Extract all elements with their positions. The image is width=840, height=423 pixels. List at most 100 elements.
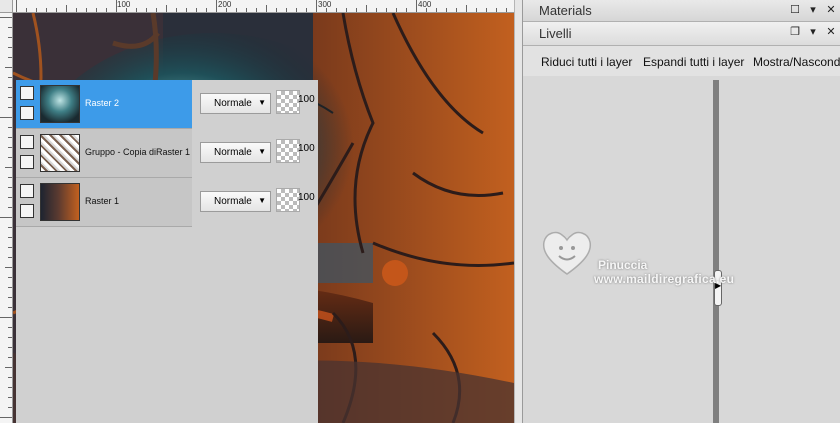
ruler-tick (506, 8, 507, 12)
layer-name: Raster 1 (85, 196, 120, 206)
ruler-tick (196, 8, 197, 12)
layer-item[interactable]: Gruppo - Copia diRaster 1 (16, 129, 192, 178)
ruler-tick (8, 337, 12, 338)
ruler-tick (106, 8, 107, 12)
horizontal-ruler: 100 200 300 400 (0, 0, 514, 13)
watermark-name: Pinuccia (598, 258, 648, 272)
opacity-value[interactable]: 100 (298, 94, 315, 105)
ruler-tick (8, 177, 12, 178)
layers-toolbar: Riduci tutti i layer Espandi tutti i lay… (523, 46, 840, 76)
opacity-icon (276, 139, 300, 163)
ruler-tick (186, 8, 187, 12)
layer-type-icon (20, 135, 34, 149)
collapse-all-layers-button[interactable]: Riduci tutti i layer (541, 55, 632, 69)
ruler-tick (0, 317, 12, 318)
layer-row-raster-1[interactable]: Raster 1 Normale ▼ 100 (16, 178, 318, 227)
layer-thumbnail (40, 85, 80, 123)
chevron-down-icon[interactable]: ▾ (807, 3, 819, 16)
ruler-tick (286, 8, 287, 12)
ruler-tick (136, 8, 137, 12)
ruler-tick (5, 67, 12, 68)
ruler-corner (0, 0, 13, 13)
chevron-down-icon: ▼ (258, 196, 266, 205)
ruler-tick (306, 8, 307, 12)
eye-icon[interactable] (20, 204, 34, 218)
ruler-tick (126, 8, 127, 12)
ruler-tick (476, 8, 477, 12)
ruler-tick (226, 8, 227, 12)
layer-thumbnail (40, 134, 80, 172)
ruler-tick (156, 8, 157, 12)
ruler-tick (166, 5, 167, 12)
materials-panel-header: Materials ☐ ▾ ✕ (523, 0, 840, 22)
ruler-tick (66, 5, 67, 12)
ruler-tick (8, 107, 12, 108)
layer-name: Gruppo - Copia diRaster 1 (85, 147, 191, 157)
ruler-tick (8, 97, 12, 98)
layer-row-raster-2[interactable]: Raster 2 Normale ▼ 100 (16, 80, 318, 129)
heart-icon (542, 231, 592, 275)
ruler-tick (0, 217, 12, 218)
ruler-tick (176, 8, 177, 12)
ruler-tick (146, 8, 147, 12)
ruler-tick (276, 8, 277, 12)
vertical-ruler (0, 13, 13, 423)
blend-mode-select[interactable]: Normale ▼ (200, 191, 271, 212)
ruler-tick (366, 5, 367, 12)
blend-mode-select[interactable]: Normale ▼ (200, 142, 271, 163)
opacity-value[interactable]: 100 (298, 192, 315, 203)
ruler-tick (446, 8, 447, 12)
ruler-tick (8, 27, 12, 28)
ruler-tick (8, 357, 12, 358)
ruler-tick (346, 8, 347, 12)
expand-all-layers-button[interactable]: Espandi tutti i layer (643, 55, 744, 69)
ruler-tick (376, 8, 377, 12)
ruler-tick (336, 8, 337, 12)
eye-icon[interactable] (20, 106, 34, 120)
right-dock: Materials ☐ ▾ ✕ Livelli ❐ ▾ ✕ Riduci tut… (522, 0, 840, 423)
ruler-tick (496, 8, 497, 12)
ruler-tick (8, 407, 12, 408)
layer-item[interactable]: Raster 2 (16, 80, 192, 129)
chevron-down-icon: ▼ (258, 98, 266, 107)
ruler-tick (16, 0, 17, 12)
ruler-tick (216, 0, 217, 12)
ruler-tick (8, 87, 12, 88)
ruler-tick (8, 207, 12, 208)
chevron-down-icon[interactable]: ▾ (807, 25, 819, 38)
ruler-tick (486, 8, 487, 12)
layer-row-gruppo-copia[interactable]: Gruppo - Copia diRaster 1 Normale ▼ 100 (16, 129, 318, 178)
watermark: Pinuccia www.maildiregrafica.eu (540, 226, 770, 296)
app-window: 100 200 300 400 Materials ☐ ▾ ✕ Livelli … (0, 0, 840, 423)
ruler-tick (8, 347, 12, 348)
ruler-tick (466, 5, 467, 12)
ruler-tick (436, 8, 437, 12)
ruler-tick (256, 8, 257, 12)
blend-mode-select[interactable]: Normale ▼ (200, 93, 271, 114)
maximize-icon[interactable]: ☐ (789, 3, 801, 16)
layer-type-icon (20, 184, 34, 198)
canvas-scrollbar[interactable] (514, 0, 522, 423)
layer-item[interactable]: Raster 1 (16, 178, 192, 227)
blend-mode-value: Normale (214, 147, 252, 158)
ruler-label: 300 (318, 0, 332, 9)
ruler-tick (316, 0, 317, 12)
ruler-tick (5, 367, 12, 368)
materials-title: Materials (539, 3, 592, 18)
ruler-tick (236, 8, 237, 12)
eye-icon[interactable] (20, 155, 34, 169)
ruler-tick (0, 17, 12, 18)
layers-panel-header: Livelli ❐ ▾ ✕ (523, 22, 840, 46)
opacity-value[interactable]: 100 (298, 143, 315, 154)
ruler-tick (8, 57, 12, 58)
close-icon[interactable]: ✕ (825, 25, 837, 38)
ruler-tick (426, 8, 427, 12)
show-hide-button[interactable]: Mostra/Nascondi (753, 55, 840, 69)
restore-icon[interactable]: ❐ (789, 25, 801, 38)
ruler-tick (8, 397, 12, 398)
ruler-tick (26, 8, 27, 12)
close-icon[interactable]: ✕ (825, 3, 837, 16)
layer-type-icon (20, 86, 34, 100)
ruler-tick (8, 157, 12, 158)
ruler-tick (5, 167, 12, 168)
